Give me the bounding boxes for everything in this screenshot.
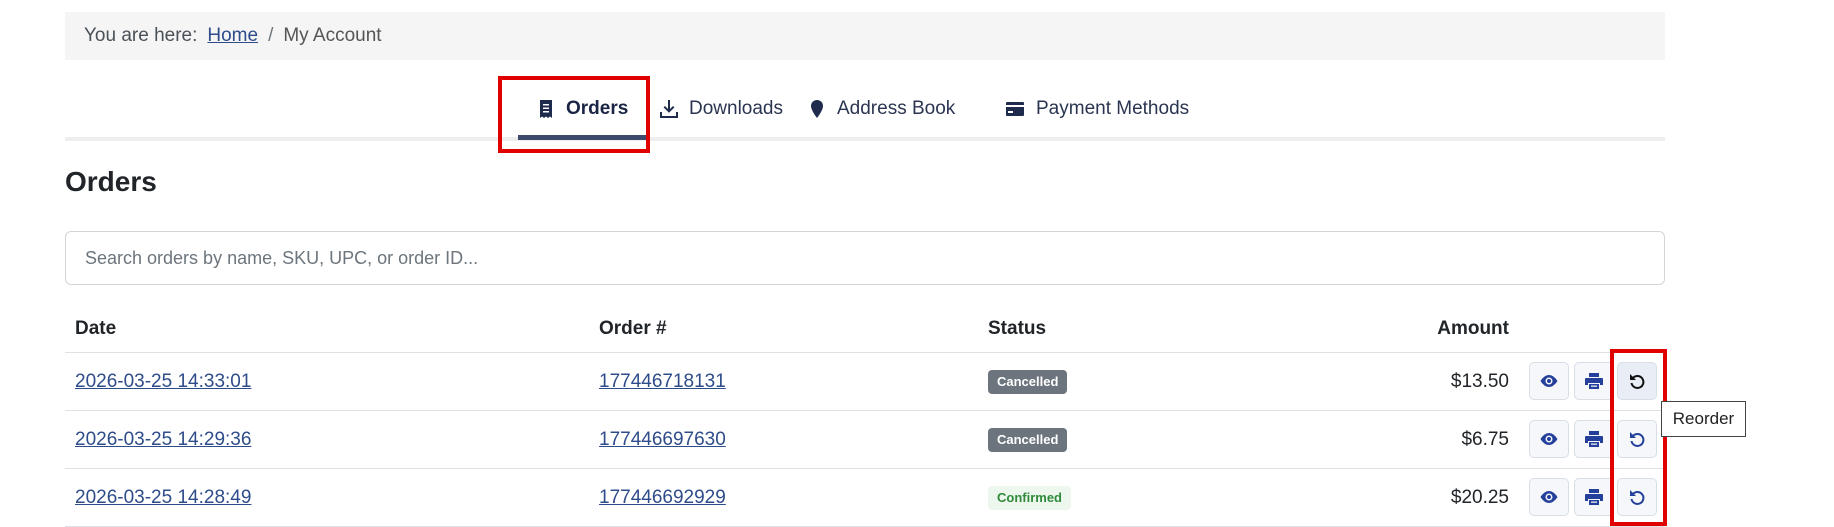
status-badge: Cancelled <box>988 370 1068 394</box>
print-order-button[interactable] <box>1574 420 1614 458</box>
order-date-link[interactable]: 2026-03-25 14:29:36 <box>75 429 251 451</box>
eye-icon <box>1540 375 1558 387</box>
tab-downloads-label: Downloads <box>689 98 783 119</box>
print-order-button[interactable] <box>1574 362 1614 400</box>
order-date-link[interactable]: 2026-03-25 14:28:49 <box>75 487 251 509</box>
order-date-link[interactable]: 2026-03-25 14:33:01 <box>75 371 251 393</box>
status-badge: Confirmed <box>988 486 1071 510</box>
breadcrumb-prefix: You are here: <box>84 25 198 46</box>
table-header: Date Order # Status Amount <box>65 302 1665 353</box>
orders-table: Date Order # Status Amount 2026-03-25 14… <box>65 302 1665 527</box>
breadcrumb-home-link[interactable]: Home <box>207 25 258 47</box>
view-order-button[interactable] <box>1529 362 1569 400</box>
tab-orders-label: Orders <box>566 98 629 119</box>
order-amount: $20.25 <box>1450 487 1509 508</box>
table-row: 2026-03-25 14:33:01 177446718131 Cancell… <box>65 353 1665 411</box>
page-title: Orders <box>65 166 157 197</box>
printer-icon <box>1585 373 1603 389</box>
eye-icon <box>1540 433 1558 445</box>
breadcrumb-current: My Account <box>283 25 382 46</box>
receipt-icon <box>540 100 552 118</box>
undo-icon <box>1630 432 1645 447</box>
reorder-button[interactable] <box>1617 478 1657 516</box>
order-number-link[interactable]: 177446718131 <box>599 371 726 393</box>
tab-address-book-label: Address Book <box>837 98 956 119</box>
reorder-button[interactable] <box>1617 362 1657 400</box>
breadcrumb-separator: / <box>268 25 274 46</box>
column-header-amount: Amount <box>1437 318 1509 339</box>
column-header-date: Date <box>75 318 117 339</box>
table-row: 2026-03-25 14:28:49 177446692929 Confirm… <box>65 469 1665 527</box>
reorder-tooltip: Reorder <box>1661 401 1746 437</box>
view-order-button[interactable] <box>1529 420 1569 458</box>
tab-downloads[interactable]: Downloads <box>659 81 783 137</box>
eye-icon <box>1540 491 1558 503</box>
account-tabs: Orders Downloads Address Book Payment Me… <box>65 81 1665 141</box>
view-order-button[interactable] <box>1529 478 1569 516</box>
status-badge: Cancelled <box>988 428 1068 452</box>
map-marker-icon <box>811 100 823 118</box>
tab-orders[interactable]: Orders <box>517 81 647 140</box>
order-amount: $13.50 <box>1450 371 1509 392</box>
breadcrumb: You are here: Home / My Account <box>65 12 1665 60</box>
reorder-button[interactable] <box>1617 420 1657 458</box>
column-header-order: Order # <box>599 318 667 339</box>
undo-icon <box>1630 374 1645 389</box>
table-row: 2026-03-25 14:29:36 177446697630 Cancell… <box>65 411 1665 469</box>
tab-payment-methods[interactable]: Payment Methods <box>1004 81 1189 137</box>
credit-card-icon <box>1006 102 1024 116</box>
print-order-button[interactable] <box>1574 478 1614 516</box>
printer-icon <box>1585 489 1603 505</box>
tab-address-book[interactable]: Address Book <box>807 81 955 137</box>
tab-payment-methods-label: Payment Methods <box>1036 98 1190 119</box>
download-icon <box>660 100 678 118</box>
order-number-link[interactable]: 177446697630 <box>599 429 726 451</box>
order-number-link[interactable]: 177446692929 <box>599 487 726 509</box>
column-header-status: Status <box>988 318 1047 339</box>
search-orders-input[interactable] <box>65 231 1665 285</box>
undo-icon <box>1630 490 1645 505</box>
printer-icon <box>1585 431 1603 447</box>
order-amount: $6.75 <box>1461 429 1509 450</box>
